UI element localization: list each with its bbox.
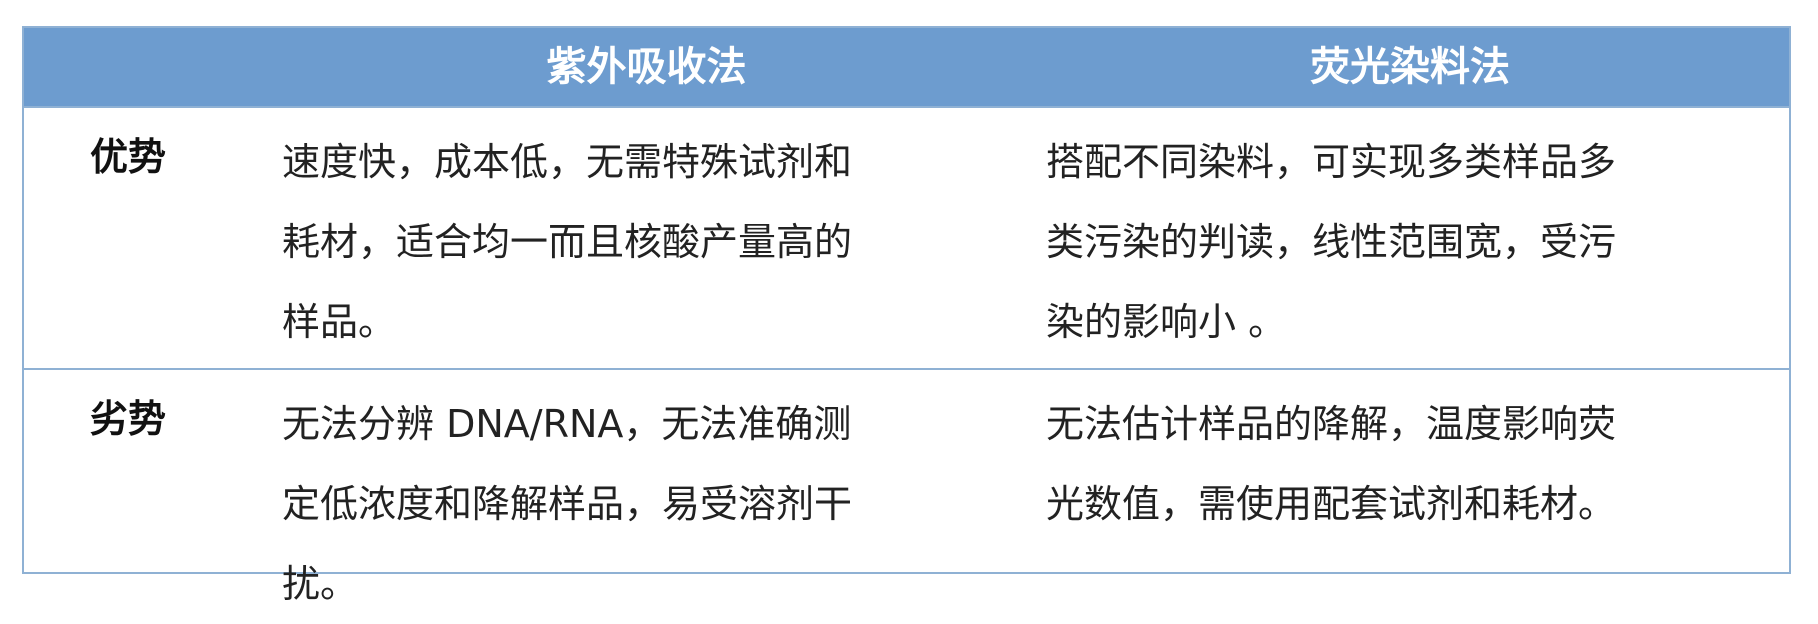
- header-cell-empty: [24, 28, 264, 106]
- header-cell-fluorescent-dye: 荧光染料法: [1310, 44, 1510, 90]
- table-header-row: 紫外吸收法 荧光染料法: [24, 28, 1789, 108]
- row-label-disadvantages: 劣势: [90, 397, 167, 441]
- cell-uv-advantages: 速度快，成本低，无需特殊试剂和 耗材，适合均一而且核酸产量高的 样品。: [282, 140, 853, 344]
- cell-uv-disadvantages: 无法分辨 DNA/RNA，无法准确测 定低浓度和降解样品，易受溶剂干 扰。: [282, 402, 853, 606]
- row-label-advantages: 优势: [90, 135, 167, 179]
- cell-fluorescent-advantages: 搭配不同染料，可实现多类样品多 类污染的判读，线性范围宽，受污 染的影响小 。: [1046, 140, 1617, 344]
- header-cell-uv-absorption: 紫外吸收法: [546, 44, 747, 90]
- table-row-advantages: 优势 速度快，成本低，无需特殊试剂和 耗材，适合均一而且核酸产量高的 样品。 搭…: [24, 108, 1789, 370]
- table-row-disadvantages: 劣势 无法分辨 DNA/RNA，无法准确测 定低浓度和降解样品，易受溶剂干 扰。…: [24, 370, 1789, 606]
- comparison-table: 紫外吸收法 荧光染料法 优势 速度快，成本低，无需特殊试剂和 耗材，适合均一而且…: [22, 26, 1791, 606]
- cell-fluorescent-disadvantages: 无法估计样品的降解，温度影响荧 光数值，需使用配套试剂和耗材。: [1046, 402, 1617, 526]
